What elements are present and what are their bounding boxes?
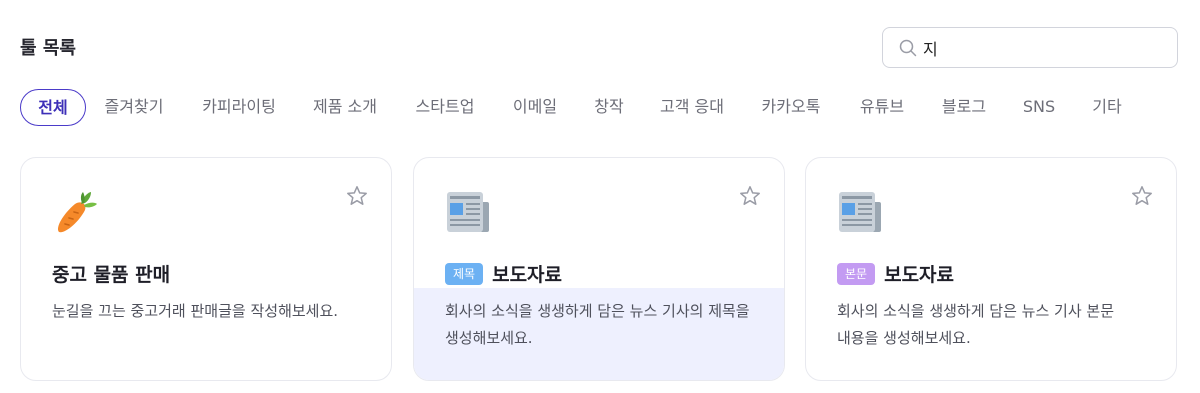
card-title-row: 본문 보도자료 [837,260,954,287]
category-tab-youtube[interactable]: 유튜브 [855,89,909,126]
category-tab-copywriting[interactable]: 카피라이팅 [198,89,280,126]
category-tab-sns[interactable]: SNS [1019,89,1059,126]
body-badge: 본문 [837,262,876,285]
favorite-star-icon[interactable] [345,184,369,208]
category-tab-kakaotalk[interactable]: 카카오톡 [757,89,825,126]
category-tab-favorites[interactable]: 즐겨찾기 [101,89,167,126]
category-tab-creative[interactable]: 창작 [591,89,627,126]
title-badge: 제목 [445,262,484,285]
card-description: 눈길을 끄는 중고거래 판매글을 작성해보세요. [52,302,339,320]
category-tab-customer-service[interactable]: 고객 응대 [657,89,727,126]
card-title: 중고 물품 판매 [52,264,171,286]
card-description: 회사의 소식을 생생하게 담은 뉴스 기사의 제목을 생성해보세요. [445,302,750,347]
favorite-star-icon[interactable] [1130,184,1154,208]
favorite-star-icon[interactable] [738,184,762,208]
card-title: 보도자료 [492,264,563,286]
category-tab-all[interactable]: 전체 [20,89,86,126]
carrot-icon [57,192,97,233]
category-tab-startup[interactable]: 스타트업 [413,89,477,126]
category-tab-product-intro[interactable]: 제품 소개 [311,89,379,126]
category-tab-blog[interactable]: 블로그 [938,89,990,126]
page-title: 툴 목록 [20,38,76,59]
search-icon [899,39,917,57]
tool-card-press-release-body[interactable]: 본문 보도자료 회사의 소식을 생생하게 담은 뉴스 기사 본문 내용을 생성해… [805,157,1177,381]
category-tabs: 전체 즐겨찾기 카피라이팅 제품 소개 스타트업 이메일 창작 고객 응대 카카… [20,89,1180,126]
newspaper-icon [839,192,881,232]
tool-card-press-release-title[interactable]: 제목 보도자료 회사의 소식을 생생하게 담은 뉴스 기사의 제목을 생성해보세… [413,157,785,381]
card-title-row: 제목 보도자료 [445,260,562,287]
card-title: 보도자료 [884,264,955,286]
search-box[interactable] [882,27,1178,68]
newspaper-icon [447,192,489,232]
search-input[interactable] [923,28,1163,67]
card-description: 회사의 소식을 생생하게 담은 뉴스 기사 본문 내용을 생성해보세요. [837,302,1115,347]
category-tab-etc[interactable]: 기타 [1088,89,1126,126]
category-tab-email[interactable]: 이메일 [509,89,561,126]
tool-card-used-item-sale[interactable]: 중고 물품 판매 눈길을 끄는 중고거래 판매글을 작성해보세요. [20,157,392,381]
card-title-row: 중고 물품 판매 [52,260,170,287]
